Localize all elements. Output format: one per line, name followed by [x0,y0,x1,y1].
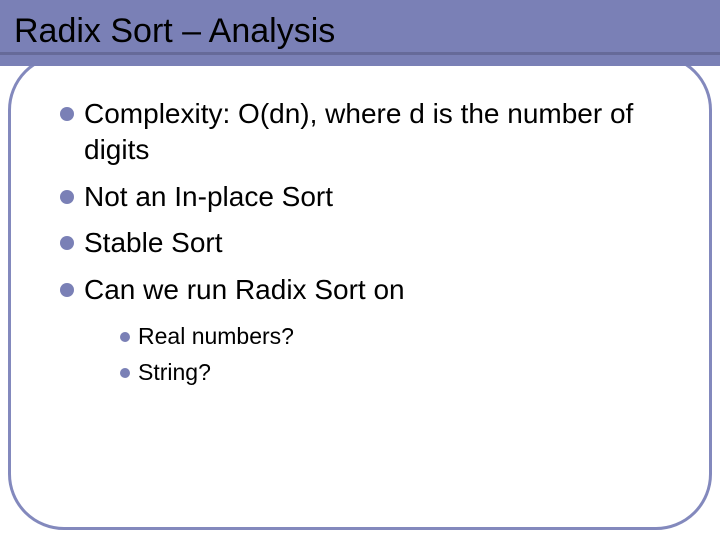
bullet-text: Not an In-place Sort [84,179,333,215]
bullet-text: Stable Sort [84,225,223,261]
slide-title: Radix Sort – Analysis [14,12,335,51]
slide: Radix Sort – Analysis Complexity: O(dn),… [0,0,720,540]
bullet-icon [60,283,74,297]
bullet-icon [60,236,74,250]
bullet-text: Can we run Radix Sort on [84,272,405,308]
bullet-icon [60,190,74,204]
bullet-icon [60,107,74,121]
sub-bullet-text: Real numbers? [138,322,294,352]
bullet-item: Stable Sort [60,225,660,261]
sub-bullet-group: Real numbers? String? [60,322,660,388]
bullet-icon [120,368,130,378]
bullet-text: Complexity: O(dn), where d is the number… [84,96,660,169]
bullet-item: Can we run Radix Sort on [60,272,660,308]
bullet-item: Not an In-place Sort [60,179,660,215]
bullet-item: Complexity: O(dn), where d is the number… [60,96,660,169]
content-area: Complexity: O(dn), where d is the number… [60,96,660,394]
bullet-icon [120,332,130,342]
sub-bullet-item: String? [120,358,660,388]
sub-bullet-item: Real numbers? [120,322,660,352]
title-underline [0,52,720,55]
sub-bullet-text: String? [138,358,211,388]
